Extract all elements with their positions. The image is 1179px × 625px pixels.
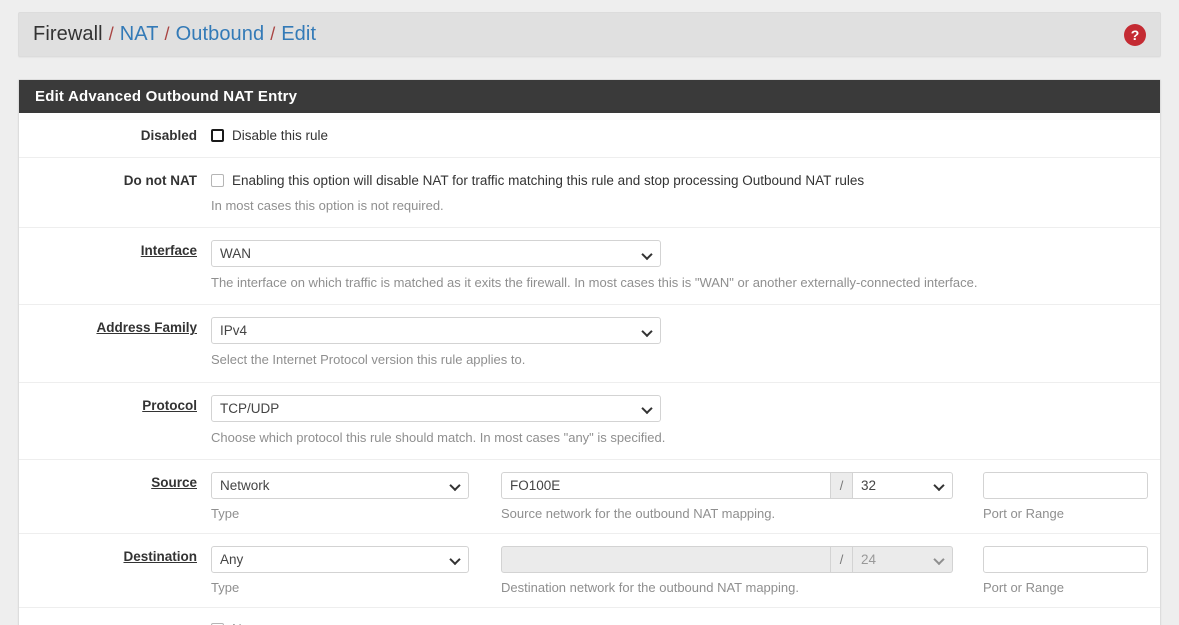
chevron-down-icon: [643, 249, 652, 258]
form-row-protocol: Protocol TCP/UDP Choose which protocol t…: [19, 383, 1160, 460]
source-grid: Network Type FO100E / 32 Source network …: [211, 471, 1148, 521]
chevron-down-icon: [451, 555, 460, 564]
source-type-select-value: Network: [220, 477, 270, 493]
source-port-sub-label: Port or Range: [983, 505, 1064, 521]
label-do-not-nat: Do not NAT: [123, 173, 197, 188]
destination-cidr-select: 24: [853, 545, 953, 573]
breadcrumb-item-outbound[interactable]: Outbound: [176, 23, 265, 46]
source-network-group: FO100E / 32: [501, 471, 953, 499]
label-not-spacer: [19, 620, 211, 623]
source-slash-addon: /: [831, 471, 853, 499]
destination-network-group: / 24: [501, 545, 953, 573]
breadcrumb-separator: /: [164, 24, 170, 44]
page-root: Firewall / NAT / Outbound / Edit ? Edit …: [0, 0, 1179, 625]
destination-slash-addon: /: [831, 545, 853, 573]
checkbox-label-do-not-nat: Enabling this option will disable NAT fo…: [232, 172, 865, 188]
help-text-protocol: Choose which protocol this rule should m…: [211, 429, 666, 445]
address-family-select-value: IPv4: [220, 323, 248, 339]
breadcrumb-item-edit[interactable]: Edit: [281, 23, 316, 46]
help-circle-icon[interactable]: ?: [1124, 23, 1146, 46]
chevron-down-icon: [451, 481, 460, 490]
breadcrumb-item-nat[interactable]: NAT: [120, 23, 159, 46]
source-network-input[interactable]: FO100E: [501, 471, 831, 499]
panel-title: Edit Advanced Outbound NAT Entry: [19, 80, 1160, 113]
form-row-source: Source Network Type FO100E / 32 Source n…: [19, 460, 1160, 534]
panel-body: Disabled Disable this rule Do not NAT En…: [19, 113, 1160, 625]
destination-network-sub-label: Destination network for the outbound NAT…: [501, 579, 799, 595]
form-row-do-not-nat: Do not NAT Enabling this option will dis…: [19, 158, 1160, 229]
address-family-select[interactable]: IPv4: [211, 317, 661, 345]
control-interface: WAN The interface on which traffic is ma…: [211, 240, 1160, 292]
control-destination: Any Type / 24 Destination network for th…: [211, 545, 1160, 595]
destination-port-input[interactable]: [983, 545, 1148, 573]
edit-nat-entry-panel: Edit Advanced Outbound NAT Entry Disable…: [18, 79, 1161, 625]
label-destination: Destination: [123, 548, 197, 564]
source-cidr-select[interactable]: 32: [853, 471, 953, 499]
chevron-down-icon: [643, 404, 652, 413]
control-disabled: Disable this rule: [211, 125, 1160, 145]
label-protocol: Protocol: [142, 397, 197, 413]
chevron-down-icon: [935, 555, 944, 564]
destination-type-select[interactable]: Any: [211, 545, 469, 573]
checkbox-icon-do-not-nat[interactable]: [211, 173, 224, 187]
breadcrumb-separator: /: [270, 24, 276, 44]
control-not: Not Invert the sense of the destination …: [211, 620, 1160, 625]
breadcrumb-item-firewall: Firewall: [33, 23, 103, 45]
chevron-down-icon: [643, 326, 652, 335]
destination-network-input: [501, 545, 831, 573]
source-network-col: FO100E / 32 Source network for the outbo…: [501, 471, 953, 521]
interface-select[interactable]: WAN: [211, 240, 661, 268]
checkbox-label-disable-rule: Disable this rule: [232, 127, 329, 143]
control-do-not-nat: Enabling this option will disable NAT fo…: [211, 170, 1160, 215]
protocol-select[interactable]: TCP/UDP: [211, 394, 661, 422]
protocol-select-value: TCP/UDP: [220, 400, 280, 416]
label-interface: Interface: [140, 243, 197, 259]
label-source: Source: [151, 474, 197, 490]
help-text-do-not-nat: In most cases this option is not require…: [211, 198, 444, 213]
chevron-down-icon: [935, 481, 944, 490]
source-cidr-select-value: 32: [861, 477, 877, 493]
checkbox-icon-disable-rule[interactable]: [211, 128, 224, 142]
interface-select-value: WAN: [220, 246, 251, 262]
label-disabled: Disabled: [140, 128, 197, 143]
form-row-destination: Destination Any Type / 24 Destination ne…: [19, 534, 1160, 608]
destination-type-sub-label: Type: [211, 579, 240, 595]
control-protocol: TCP/UDP Choose which protocol this rule …: [211, 394, 1160, 447]
control-address-family: IPv4 Select the Internet Protocol versio…: [211, 317, 1160, 369]
help-text-address-family: Select the Internet Protocol version thi…: [211, 352, 526, 368]
breadcrumb: Firewall / NAT / Outbound / Edit ?: [18, 12, 1161, 57]
source-port-col: Port or Range: [983, 471, 1148, 521]
destination-network-col: / 24 Destination network for the outboun…: [501, 545, 953, 595]
source-port-input[interactable]: [983, 471, 1148, 499]
form-row-not: Not Invert the sense of the destination …: [19, 608, 1160, 625]
source-type-sub-label: Type: [211, 505, 240, 521]
source-type-select[interactable]: Network: [211, 471, 469, 499]
form-row-disabled: Disabled Disable this rule: [19, 113, 1160, 158]
destination-type-col: Any Type: [211, 545, 469, 595]
destination-port-col: Port or Range: [983, 545, 1148, 595]
destination-type-select-value: Any: [220, 551, 244, 567]
checkbox-not[interactable]: Not: [211, 620, 1146, 625]
control-source: Network Type FO100E / 32 Source network …: [211, 471, 1160, 521]
form-row-interface: Interface WAN The interface on which tra…: [19, 228, 1160, 306]
destination-port-sub-label: Port or Range: [983, 579, 1064, 595]
help-text-interface: The interface on which traffic is matche…: [211, 275, 978, 291]
label-address-family: Address Family: [96, 320, 197, 336]
destination-cidr-select-value: 24: [861, 551, 877, 567]
checkbox-disable-this-rule[interactable]: Disable this rule: [211, 125, 1146, 145]
form-row-address-family: Address Family IPv4 Select the Internet …: [19, 305, 1160, 383]
source-network-sub-label: Source network for the outbound NAT mapp…: [501, 505, 776, 521]
destination-grid: Any Type / 24 Destination network for th…: [211, 545, 1148, 595]
checkbox-do-not-nat[interactable]: Enabling this option will disable NAT fo…: [211, 170, 1146, 190]
breadcrumb-separator: /: [108, 24, 114, 44]
source-type-col: Network Type: [211, 471, 469, 521]
